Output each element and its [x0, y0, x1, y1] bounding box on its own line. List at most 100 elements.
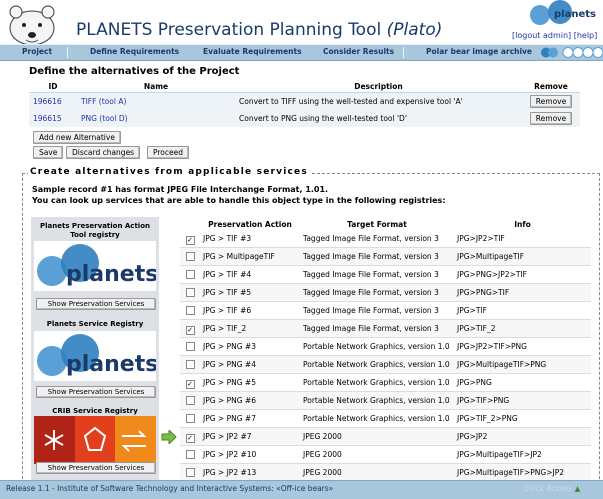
format-cell: Tagged Image File Format, version 3: [300, 301, 454, 320]
info-cell: JPG>MultipageTIF>PNG: [454, 355, 591, 374]
col-remove: Remove: [522, 80, 580, 93]
nav-icons: [541, 47, 603, 58]
footer-text: Release 1.1 - Institute of Software Tech…: [6, 484, 334, 493]
select-checkbox[interactable]: ✓: [185, 379, 195, 389]
format-cell: Portable Network Graphics, version 1.0: [300, 391, 454, 410]
remove-button[interactable]: Remove: [529, 112, 573, 125]
nav-evaluate-requirements[interactable]: Evaluate Requirements: [203, 47, 302, 56]
select-cell: [180, 409, 200, 428]
action-cell: JPG > TIF #5: [200, 283, 300, 302]
action-cell: JPG > TIF #6: [200, 301, 300, 320]
help-link[interactable]: [help]: [574, 31, 598, 40]
table-row: JPG > TIF #5 Tagged Image File Format, ve…: [180, 283, 591, 302]
quick-access[interactable]: Quick Access ▲: [523, 484, 580, 493]
select-checkbox[interactable]: [185, 288, 195, 297]
col-id: ID: [29, 80, 77, 93]
nav-separator: [403, 47, 404, 58]
select-checkbox[interactable]: [185, 468, 195, 477]
alt-description: Convert to PNG using the well-tested too…: [235, 110, 522, 127]
crib-logo: [34, 416, 156, 464]
alternatives-heading: Define the alternatives of the Project: [29, 66, 240, 77]
select-checkbox[interactable]: ✓: [185, 325, 195, 335]
remove-button[interactable]: Remove: [529, 95, 573, 108]
planets-logo: planets: [530, 0, 596, 25]
show-services-button[interactable]: Show Preservation Services: [36, 298, 156, 310]
proceed-button[interactable]: Proceed: [147, 146, 190, 159]
col-description: Description: [235, 80, 522, 93]
action-cell: JPG > TIF_2: [200, 319, 300, 338]
action-cell: JPG > JP2 #7: [200, 427, 300, 446]
nav-bar: Project Define Requirements Evaluate Req…: [0, 44, 603, 61]
format-cell: JPEG 2000: [300, 463, 454, 482]
planets-logo: planets: [34, 331, 156, 381]
select-checkbox[interactable]: ✓: [185, 433, 195, 443]
nav-project[interactable]: Project: [22, 47, 52, 56]
select-checkbox[interactable]: [185, 270, 195, 279]
select-cell: ✓: [180, 427, 200, 446]
discard-changes-button[interactable]: Discard changes: [66, 146, 141, 159]
alt-id[interactable]: 196616: [29, 92, 77, 110]
format-cell: Tagged Image File Format, version 3: [300, 265, 454, 284]
quick-access-icon[interactable]: ▲: [575, 484, 581, 493]
sample-line: You can look up services that are able t…: [32, 196, 446, 205]
alt-id[interactable]: 196615: [29, 110, 77, 127]
show-services-button[interactable]: Show Preservation Services: [36, 462, 156, 474]
action-cell: JPG > TIF #4: [200, 265, 300, 284]
nav-consider-results[interactable]: Consider Results: [323, 47, 394, 56]
select-cell: [180, 355, 200, 374]
format-cell: Tagged Image File Format, version 3: [300, 247, 454, 266]
show-services-button[interactable]: Show Preservation Services: [36, 386, 156, 398]
table-row: ✓ JPG > PNG #5 Portable Network Graphics, …: [180, 373, 591, 392]
select-cell: [180, 445, 200, 464]
select-checkbox[interactable]: [185, 360, 195, 369]
nav-define-requirements[interactable]: Define Requirements: [90, 47, 179, 56]
select-checkbox[interactable]: [185, 342, 195, 351]
svg-text:planets: planets: [66, 352, 156, 377]
table-row: JPG > PNG #3 Portable Network Graphics, v…: [180, 337, 591, 356]
select-checkbox[interactable]: [185, 252, 195, 261]
action-cell: JPG > JP2 #10: [200, 445, 300, 464]
action-cell: JPG > PNG #3: [200, 337, 300, 356]
alt-name[interactable]: TIFF (tool A): [77, 92, 235, 110]
table-row: 196615 PNG (tool D) Convert to PNG using…: [29, 110, 580, 127]
format-cell: Tagged Image File Format, version 3: [300, 283, 454, 302]
info-cell: JPG>TIF>PNG: [454, 391, 591, 410]
add-alternative-button[interactable]: Add new Alternative: [33, 131, 121, 144]
format-cell: Portable Network Graphics, version 1.0: [300, 373, 454, 392]
select-checkbox[interactable]: ✓: [185, 235, 195, 245]
table-row: ✓ JPG > TIF_2 Tagged Image File Format, ve…: [180, 319, 591, 338]
action-cell: JPG > MultipageTIF: [200, 247, 300, 266]
select-checkbox[interactable]: [185, 396, 195, 405]
registry-title: Planets Preservation Action Tool registr…: [40, 222, 150, 239]
select-checkbox[interactable]: [185, 414, 195, 423]
select-checkbox[interactable]: [185, 450, 195, 459]
table-row: JPG > TIF #4 Tagged Image File Format, ve…: [180, 265, 591, 284]
title-text: PLANETS Preservation Planning Tool: [76, 20, 387, 40]
logout-link[interactable]: [logout admin]: [512, 31, 571, 40]
table-row: ✓ JPG > JP2 #7 JPEG 2000 JPG>JP2: [180, 427, 591, 446]
format-cell: JPEG 2000: [300, 445, 454, 464]
select-cell: [180, 463, 200, 482]
svg-text:planets: planets: [66, 262, 156, 287]
quick-access-label[interactable]: Quick Access: [523, 484, 572, 493]
nav-separator: [67, 47, 68, 58]
col-name: Name: [77, 80, 235, 93]
col-preservation-action: Preservation Action: [208, 219, 292, 229]
format-cell: JPEG 2000: [300, 427, 454, 446]
select-checkbox[interactable]: [185, 306, 195, 315]
services-table: Preservation Action Target Format Info ✓…: [180, 218, 591, 482]
save-button[interactable]: Save: [33, 146, 64, 159]
select-cell: [180, 391, 200, 410]
polar-bear-logo: [9, 5, 55, 46]
info-cell: JPG>MultipageTIF>JP2: [454, 445, 591, 464]
table-row: 196616 TIFF (tool A) Convert to TIFF usi…: [29, 92, 580, 110]
alt-name[interactable]: PNG (tool D): [77, 110, 235, 127]
action-cell: JPG > PNG #4: [200, 355, 300, 374]
select-cell: [180, 301, 200, 320]
alt-description: Convert to TIFF using the well-tested an…: [235, 92, 522, 110]
info-cell: JPG>TIF: [454, 301, 591, 320]
nav-polar-bear-archive[interactable]: Polar bear image archive: [426, 47, 532, 56]
table-row: JPG > JP2 #13 JPEG 2000 JPG>MultipageTIF>P…: [180, 463, 591, 482]
table-row: JPG > JP2 #10 JPEG 2000 JPG>MultipageTIF>J…: [180, 445, 591, 464]
select-cell: [180, 283, 200, 302]
